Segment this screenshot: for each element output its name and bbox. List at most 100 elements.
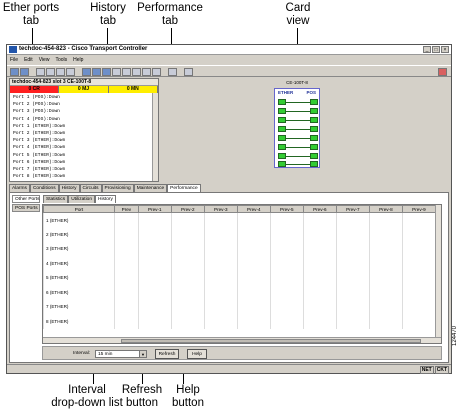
tab-performance[interactable]: Performance (167, 184, 201, 192)
card-port-row[interactable] (278, 153, 318, 159)
tab-other-ports[interactable]: Other Ports (12, 195, 40, 203)
scrollbar-thumb[interactable] (121, 339, 421, 343)
column-header[interactable]: Prev (114, 205, 139, 213)
value-cell (170, 285, 205, 300)
tree-icon[interactable] (152, 68, 161, 76)
table-vertical-scrollbar[interactable] (435, 205, 441, 343)
value-cell (335, 212, 370, 227)
critical-alarm-count: 0 CR (10, 86, 60, 93)
save-icon[interactable] (20, 68, 29, 76)
table-row[interactable]: 6 (ETHER) (43, 285, 436, 300)
tab-conditions[interactable]: Conditions (29, 184, 59, 192)
column-header[interactable]: Prev-8 (368, 205, 403, 213)
card-port-row[interactable] (278, 117, 318, 123)
column-header[interactable]: Prev-7 (335, 205, 370, 213)
menu-edit[interactable]: Edit (24, 57, 33, 63)
column-header[interactable]: Prev-5 (269, 205, 304, 213)
value-cell (368, 299, 403, 314)
table-row[interactable]: 2 (ETHER) (43, 227, 436, 242)
value-cell (170, 227, 205, 242)
card-port-row[interactable] (278, 99, 318, 105)
alarm-summary: 0 CR 0 MJ 0 MN (10, 86, 158, 93)
value-cell (137, 314, 172, 329)
value-cell (137, 227, 172, 242)
export-icon[interactable] (46, 68, 55, 76)
value-cell (401, 212, 436, 227)
tab-statistics[interactable]: Statistics (43, 195, 69, 203)
close-button[interactable]: × (441, 46, 449, 53)
status-ckt: CKT (434, 366, 449, 374)
column-header[interactable]: Prev-3 (203, 205, 238, 213)
card-port-row[interactable] (278, 135, 318, 141)
value-cell (114, 241, 139, 256)
tab-pos-ports[interactable]: POS Ports (12, 204, 40, 212)
table-row[interactable]: 4 (ETHER) (43, 256, 436, 271)
title-bar: techdoc-454-823 - Cisco Transport Contro… (7, 45, 451, 55)
network-icon[interactable] (132, 68, 141, 76)
home-icon[interactable] (112, 68, 121, 76)
card-view[interactable]: CE-100T-8 ETHER POS (274, 80, 320, 178)
menu-tools[interactable]: Tools (55, 57, 67, 63)
value-cell (137, 241, 172, 256)
value-cell (114, 227, 139, 242)
table-horizontal-scrollbar[interactable] (43, 337, 441, 343)
menu-file[interactable]: File (10, 57, 18, 63)
chevron-down-icon[interactable]: ▼ (139, 351, 146, 357)
port-cell: 7 (ETHER) (43, 299, 115, 314)
menu-view[interactable]: View (39, 57, 50, 63)
card-port-row[interactable] (278, 126, 318, 132)
card-port-row[interactable] (278, 161, 318, 167)
column-header[interactable]: Prev-9 (401, 205, 437, 213)
tab-history[interactable]: History (58, 184, 80, 192)
value-cell (203, 256, 238, 271)
tab-maintenance[interactable]: Maintenance (133, 184, 168, 192)
value-cell (114, 299, 139, 314)
port-list-scrollbar[interactable] (152, 93, 158, 181)
forward-icon[interactable] (92, 68, 101, 76)
link-icon[interactable] (184, 68, 193, 76)
interval-dropdown[interactable]: 15 min ▼ (95, 350, 147, 358)
value-cell (170, 314, 205, 329)
alarm-icon[interactable] (438, 68, 447, 76)
value-cell (269, 270, 304, 285)
column-header[interactable]: Prev-2 (170, 205, 205, 213)
main-tab-bar: Alarms Conditions History Circuits Provi… (9, 184, 201, 192)
node-icon[interactable] (142, 68, 151, 76)
column-header[interactable]: Prev-4 (236, 205, 271, 213)
card-port-row[interactable] (278, 144, 318, 150)
tab-circuits[interactable]: Circuits (79, 184, 102, 192)
up-icon[interactable] (102, 68, 111, 76)
table-row[interactable]: 7 (ETHER) (43, 299, 436, 314)
print-icon[interactable] (36, 68, 45, 76)
tab-alarms[interactable]: Alarms (9, 184, 30, 192)
maximize-button[interactable]: □ (432, 46, 440, 53)
card-icon[interactable] (168, 68, 177, 76)
tab-utilization[interactable]: Utilization (68, 195, 95, 203)
table-row[interactable]: 5 (ETHER) (43, 270, 436, 285)
value-cell (137, 212, 172, 227)
value-cell (137, 285, 172, 300)
value-cell (335, 299, 370, 314)
table-row[interactable]: 8 (ETHER) (43, 314, 436, 329)
zoom-icon[interactable] (122, 68, 131, 76)
tab-provisioning[interactable]: Provisioning (101, 184, 134, 192)
tab-history-sub[interactable]: History (95, 195, 116, 203)
window-title: techdoc-454-823 - Cisco Transport Contro… (19, 46, 148, 52)
copy-icon[interactable] (56, 68, 65, 76)
back-icon[interactable] (82, 68, 91, 76)
refresh-icon[interactable] (66, 68, 75, 76)
card-port-row[interactable] (278, 108, 318, 114)
minimize-button[interactable]: _ (423, 46, 431, 53)
column-header[interactable]: Port (43, 205, 115, 213)
table-row[interactable]: 3 (ETHER) (43, 241, 436, 256)
open-icon[interactable] (10, 68, 19, 76)
column-header[interactable]: Prev-6 (302, 205, 337, 213)
node-panel: techdoc-454-823 slot 3 CE-100T-8 0 CR 0 … (9, 78, 159, 182)
menu-help[interactable]: Help (73, 57, 83, 63)
column-header[interactable]: Prev-1 (137, 205, 172, 213)
help-button[interactable]: Help (187, 349, 207, 359)
value-cell (335, 227, 370, 242)
table-row[interactable]: 1 (ETHER) (43, 212, 436, 227)
value-cell (302, 270, 337, 285)
refresh-button[interactable]: Refresh (155, 349, 179, 359)
